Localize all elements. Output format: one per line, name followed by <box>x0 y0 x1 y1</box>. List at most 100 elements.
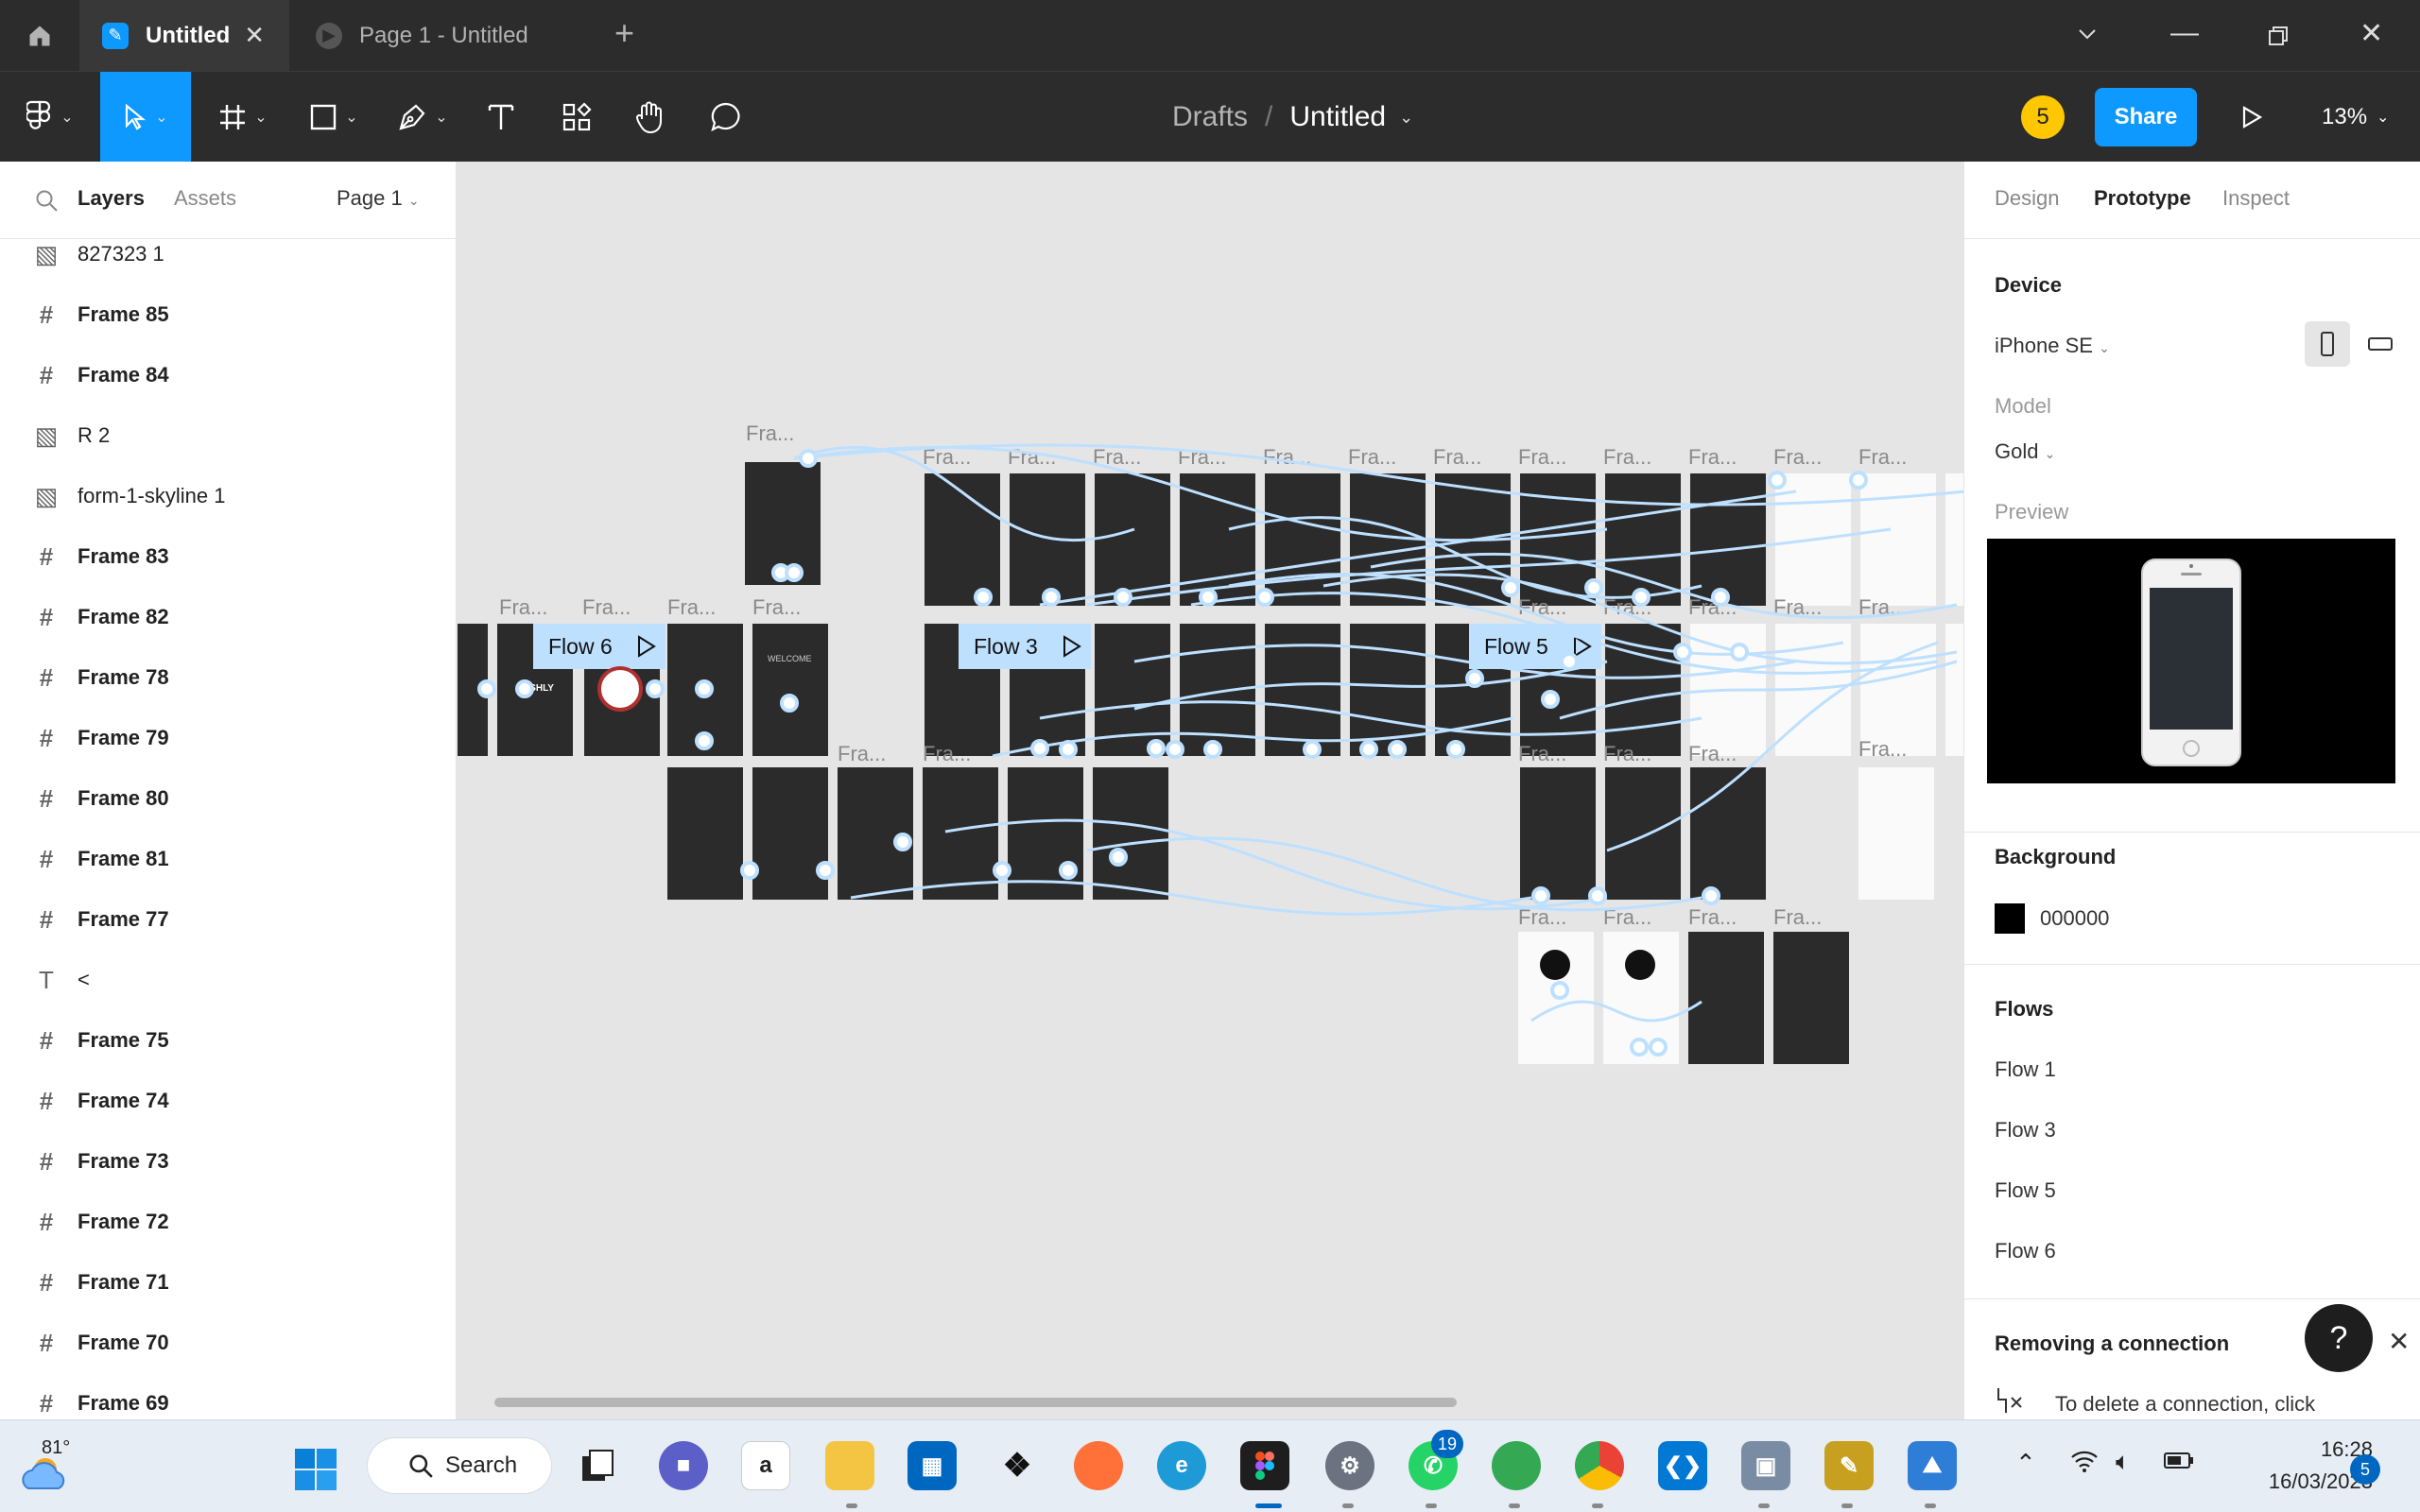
app-64-icon[interactable]: ✎ <box>1824 1441 1874 1490</box>
flow-item[interactable]: Flow 3 <box>1995 1118 2056 1143</box>
layer-row[interactable]: # Frame 72 <box>0 1192 456 1252</box>
file-explorer-icon[interactable] <box>825 1441 874 1490</box>
clock-date[interactable]: 16/03/2023 <box>2218 1469 2373 1494</box>
running-indicator <box>1925 1503 1936 1508</box>
device-dropdown[interactable]: iPhone SE ⌄ <box>1995 334 2110 358</box>
page-selector[interactable]: Page 1 ⌄ <box>337 186 420 211</box>
microsoft-store-icon[interactable]: ▦ <box>908 1441 957 1490</box>
layer-row[interactable]: ▧ 827323 1 <box>0 224 456 284</box>
background-color-swatch[interactable] <box>1995 903 2025 934</box>
windows-start-icon[interactable] <box>293 1447 338 1492</box>
layer-row[interactable]: # Frame 70 <box>0 1313 456 1373</box>
layer-row[interactable]: # Frame 84 <box>0 345 456 405</box>
flow-item[interactable]: Flow 6 <box>1995 1239 2056 1263</box>
main-menu-button[interactable]: ⌄ <box>17 72 83 163</box>
dropbox-icon[interactable]: ❖ <box>993 1441 1042 1490</box>
notification-badge[interactable]: 5 <box>2350 1454 2380 1485</box>
tab-prototype[interactable]: Prototype <box>2094 186 2191 211</box>
landscape-orientation-button[interactable] <box>2358 321 2403 367</box>
horizontal-scrollbar[interactable] <box>494 1398 1457 1407</box>
layer-row[interactable]: ▧ R 2 <box>0 405 456 466</box>
layer-row[interactable]: ▧ form-1-skyline 1 <box>0 466 456 526</box>
firefox-icon[interactable] <box>1074 1441 1123 1490</box>
close-window-icon[interactable]: ✕ <box>2360 17 2383 50</box>
layer-row[interactable]: # Frame 80 <box>0 768 456 829</box>
layer-row[interactable]: # Frame 69 <box>0 1373 456 1419</box>
text-tool-button[interactable] <box>478 72 524 163</box>
volume-icon[interactable]: 🔈︎ <box>2116 1447 2131 1477</box>
tab-layers[interactable]: Layers <box>78 186 145 211</box>
figma-app-icon[interactable] <box>1240 1441 1289 1490</box>
settings-gear-icon[interactable]: ⚙ <box>1325 1441 1374 1490</box>
frame-tool-button[interactable]: ⌄ <box>210 72 276 163</box>
close-tip-icon[interactable]: ✕ <box>2388 1326 2410 1357</box>
model-dropdown[interactable]: Gold ⌄ <box>1995 439 2055 464</box>
comment-tool-button[interactable] <box>703 72 749 163</box>
running-indicator <box>1426 1503 1437 1508</box>
chevron-down-icon[interactable]: ⌄ <box>1399 108 1413 128</box>
tab-design[interactable]: Design <box>1995 186 2059 211</box>
layer-row[interactable]: # Frame 75 <box>0 1010 456 1071</box>
avatar[interactable]: 5 <box>2021 95 2065 139</box>
close-tab-icon[interactable]: ✕ <box>244 21 265 50</box>
wifi-icon[interactable] <box>2070 1449 2099 1478</box>
breadcrumb-drafts-link[interactable]: Drafts <box>1172 101 1248 133</box>
zoom-dropdown[interactable]: 13% ⌄ <box>2322 72 2389 163</box>
hand-tool-button[interactable] <box>628 72 673 163</box>
amazon-icon[interactable]: a <box>741 1441 790 1490</box>
design-canvas[interactable]: Fra... Fra... Fra... Fra... Fra... Fra... Fra.… <box>457 162 1963 1419</box>
portrait-orientation-button[interactable] <box>2305 321 2350 367</box>
pen-tool-button[interactable]: ⌄ <box>389 72 456 163</box>
new-tab-plus-icon[interactable]: + <box>614 13 634 53</box>
battery-icon[interactable] <box>2163 1449 2195 1476</box>
photos-icon[interactable]: ⛰ <box>1908 1441 1957 1490</box>
edge-icon[interactable]: e <box>1157 1441 1206 1490</box>
tab-untitled[interactable]: ✎ Untitled ✕ <box>79 0 289 71</box>
device-preview <box>1987 539 2395 783</box>
tab-page-1[interactable]: ▶ Page 1 - Untitled <box>293 0 596 71</box>
layer-row[interactable]: # Frame 74 <box>0 1071 456 1131</box>
virtualbox-icon[interactable]: ▣ <box>1741 1441 1790 1490</box>
share-button[interactable]: Share <box>2095 88 2197 146</box>
connection-node <box>1768 471 1787 490</box>
present-button[interactable] <box>2227 93 2276 142</box>
layer-row[interactable]: # Frame 71 <box>0 1252 456 1313</box>
chrome-profile-icon[interactable] <box>1492 1441 1541 1490</box>
background-hex-input[interactable]: 000000 <box>2040 906 2109 931</box>
layer-row[interactable]: T < <box>0 950 456 1010</box>
flow-item[interactable]: Flow 1 <box>1995 1057 2056 1082</box>
frame-label: Fra... <box>1178 445 1226 469</box>
layer-row[interactable]: # Frame 77 <box>0 889 456 950</box>
prototype-frame <box>1520 767 1596 900</box>
search-icon[interactable] <box>34 188 59 213</box>
layer-row[interactable]: # Frame 82 <box>0 587 456 647</box>
taskbar-search[interactable]: Search <box>367 1437 552 1494</box>
chevron-up-icon[interactable]: ⌃ <box>2015 1449 2036 1478</box>
layer-row[interactable]: # Frame 78 <box>0 647 456 708</box>
connection-node <box>993 861 1011 880</box>
hand-icon <box>635 101 662 134</box>
layer-row[interactable]: # Frame 73 <box>0 1131 456 1192</box>
layer-row[interactable]: # Frame 83 <box>0 526 456 587</box>
layer-row[interactable]: # Frame 79 <box>0 708 456 768</box>
chevron-down-icon: ⌄ <box>2044 446 2056 461</box>
resources-button[interactable] <box>554 72 599 163</box>
chrome-icon[interactable] <box>1575 1441 1624 1490</box>
tab-assets[interactable]: Assets <box>174 186 236 211</box>
layer-row[interactable]: # Frame 81 <box>0 829 456 889</box>
tab-inspect[interactable]: Inspect <box>2222 186 2290 211</box>
flow-item[interactable]: Flow 5 <box>1995 1178 2056 1203</box>
prototype-frame <box>1773 932 1849 1064</box>
file-name[interactable]: Untitled <box>1289 101 1386 133</box>
vscode-icon[interactable]: ❮❯ <box>1658 1441 1707 1490</box>
teams-chat-icon[interactable]: ■ <box>659 1441 708 1490</box>
minimize-icon[interactable]: — <box>2170 17 2199 49</box>
move-tool-button[interactable]: ⌄ <box>100 72 191 163</box>
help-button[interactable]: ? <box>2305 1304 2373 1372</box>
home-tab[interactable] <box>0 0 79 71</box>
shape-tool-button[interactable]: ⌄ <box>301 72 367 163</box>
restore-icon[interactable] <box>2267 23 2290 55</box>
layer-row[interactable]: # Frame 85 <box>0 284 456 345</box>
chevron-down-icon[interactable] <box>2076 21 2099 53</box>
task-view-icon[interactable] <box>573 1441 622 1490</box>
